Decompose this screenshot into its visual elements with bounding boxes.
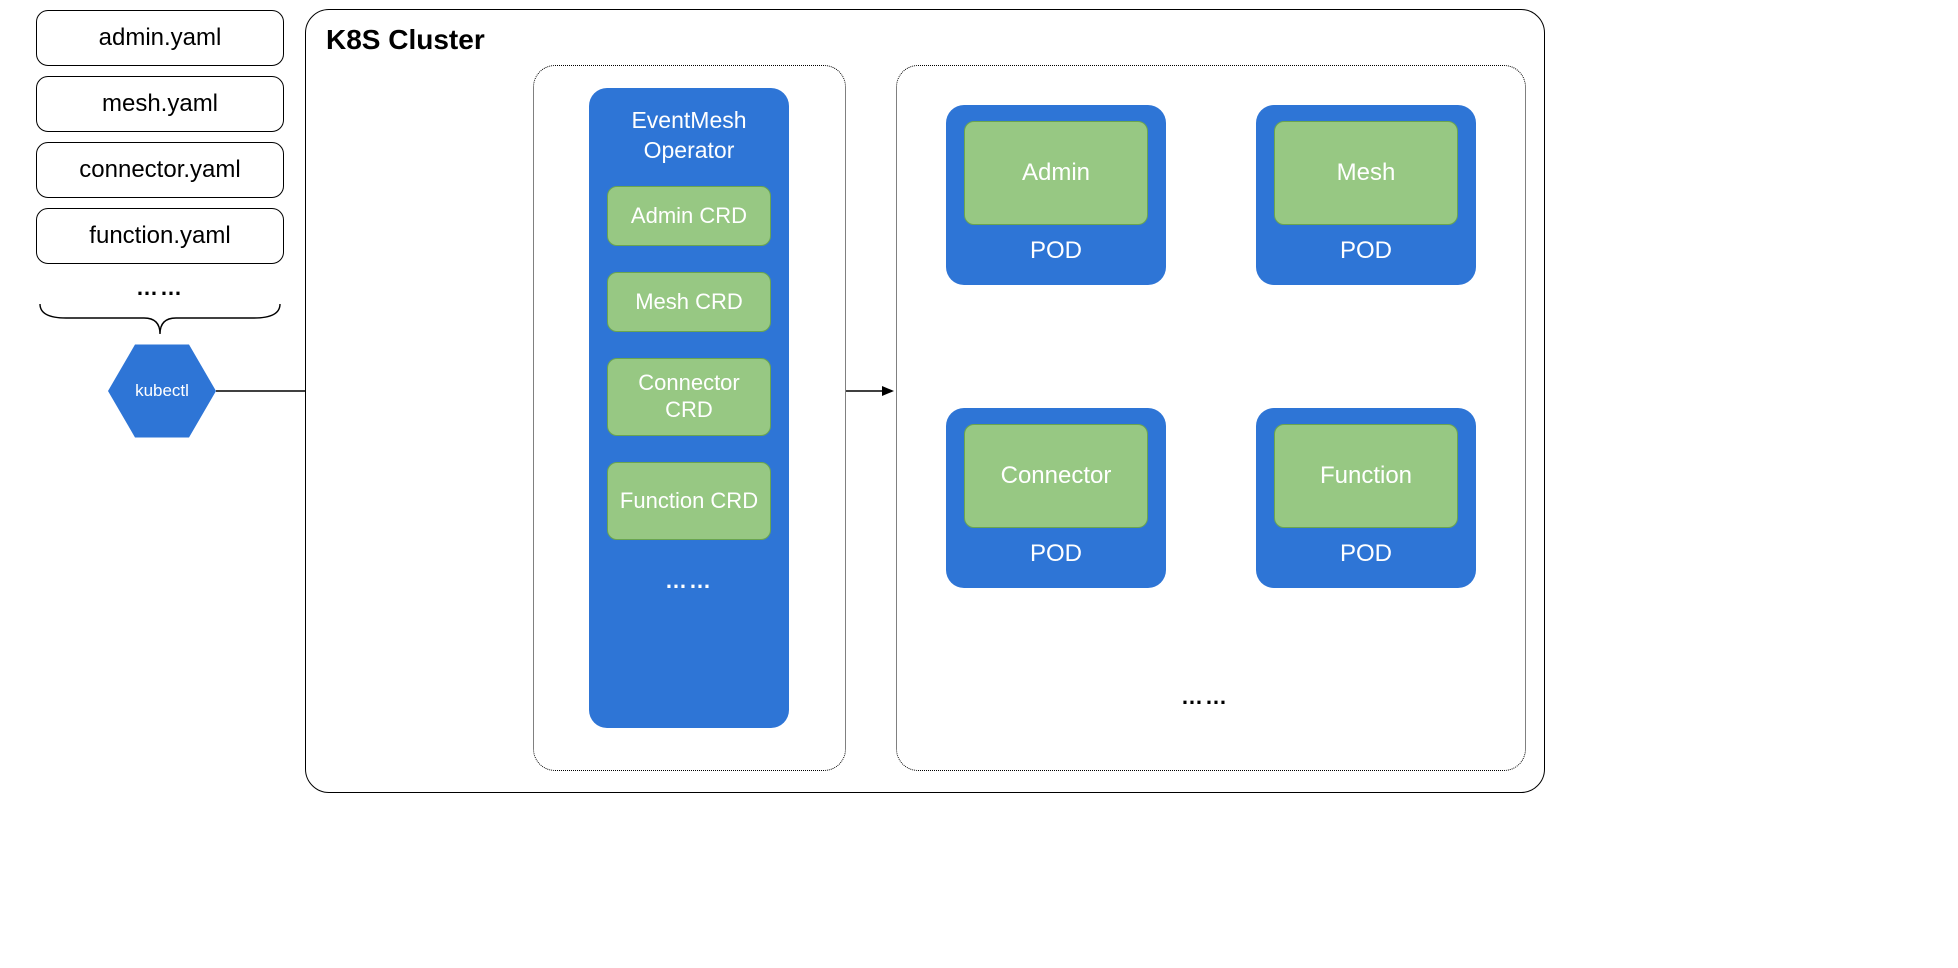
yaml-file-label: connector.yaml <box>79 156 240 184</box>
crd-label: Connector CRD <box>614 370 764 423</box>
pod-inner: Connector <box>964 424 1148 528</box>
crd-box: Mesh CRD <box>607 272 771 332</box>
pod-service-label: Admin <box>1022 159 1090 187</box>
pod-service-label: Connector <box>1001 462 1112 490</box>
crd-box: Connector CRD <box>607 358 771 436</box>
cluster-title: K8S Cluster <box>326 24 485 56</box>
pods-ellipsis: …… <box>1181 684 1229 710</box>
operator-ellipsis: …… <box>665 568 713 594</box>
crd-label: Mesh CRD <box>635 289 743 315</box>
pod-box: Mesh POD <box>1256 105 1476 285</box>
pod-service-label: Function <box>1320 462 1412 490</box>
pod-box: Connector POD <box>946 408 1166 588</box>
kubectl-hexagon: kubectl <box>108 344 216 438</box>
pod-inner: Admin <box>964 121 1148 225</box>
crd-label: Admin CRD <box>631 203 747 229</box>
k8s-cluster-container: K8S Cluster EventMesh Operator Admin CRD… <box>305 9 1545 793</box>
pod-caption: POD <box>1030 237 1082 265</box>
pod-box: Admin POD <box>946 105 1166 285</box>
yaml-file-box: mesh.yaml <box>36 76 284 132</box>
pod-caption: POD <box>1340 237 1392 265</box>
pod-inner: Function <box>1274 424 1458 528</box>
crd-box: Function CRD <box>607 462 771 540</box>
brace-icon <box>36 300 284 340</box>
eventmesh-operator: EventMesh Operator Admin CRD Mesh CRD Co… <box>589 88 789 728</box>
pod-caption: POD <box>1340 540 1392 568</box>
pod-caption: POD <box>1030 540 1082 568</box>
yaml-file-label: mesh.yaml <box>102 90 218 118</box>
pod-service-label: Mesh <box>1337 159 1396 187</box>
k8s-api-label: K8S API <box>408 371 438 411</box>
yaml-file-box: function.yaml <box>36 208 284 264</box>
crd-box: Admin CRD <box>607 186 771 246</box>
yaml-file-label: function.yaml <box>89 222 230 250</box>
yaml-file-box: connector.yaml <box>36 142 284 198</box>
yaml-file-label: admin.yaml <box>99 24 222 52</box>
arrow-icon <box>846 383 894 399</box>
pod-inner: Mesh <box>1274 121 1458 225</box>
kubectl-label: kubectl <box>135 380 189 401</box>
yaml-ellipsis: …… <box>36 275 284 301</box>
pod-box: Function POD <box>1256 408 1476 588</box>
yaml-file-box: admin.yaml <box>36 10 284 66</box>
crd-label: Function CRD <box>620 488 758 514</box>
operator-title: EventMesh Operator <box>631 106 746 166</box>
